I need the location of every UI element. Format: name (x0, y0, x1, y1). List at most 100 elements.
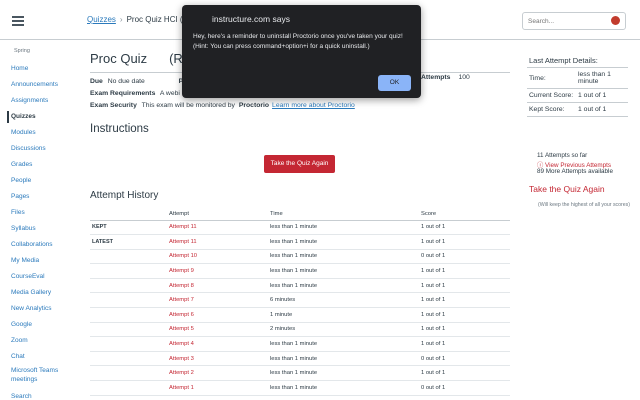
sidebar-item-chat[interactable]: Chat (0, 349, 70, 365)
attempt-link[interactable]: Attempt 4 (169, 336, 270, 352)
attempt-score: 1 out of 1 (421, 365, 510, 382)
row-label (90, 322, 169, 338)
dialog-ok-button[interactable]: OK (378, 75, 411, 91)
hamburger-menu-icon[interactable] (12, 16, 24, 26)
last-attempt-table: Time: less than 1 minute Current Score: 1 … (527, 67, 628, 117)
dialog-title: instructure.com says (212, 14, 290, 24)
row-label (90, 380, 169, 396)
alert-dialog: instructure.com says Hey, here's a remin… (182, 5, 421, 98)
sidebar-item-people[interactable]: People (0, 173, 70, 189)
sidebar-item-modules[interactable]: Modules (0, 125, 70, 141)
row-label (90, 307, 169, 323)
page-title: Proc Quiz (Re (90, 51, 190, 66)
attempt-time: less than 1 minute (270, 249, 421, 265)
proctorio-learn-more-link[interactable]: Learn more about Proctorio (272, 102, 355, 109)
col-header-attempt: Attempt (169, 208, 270, 221)
attempt-link[interactable]: Attempt 2 (169, 365, 270, 382)
keep-highest-note: (Will keep the highest of all your score… (538, 202, 630, 208)
instructions-heading: Instructions (90, 123, 149, 135)
sidebar-item-files[interactable]: Files (0, 205, 70, 221)
attempt-link[interactable]: Attempt 1 (169, 380, 270, 396)
sidebar-item-pages[interactable]: Pages (0, 189, 70, 205)
attempt-link[interactable]: Attempt 11 (169, 234, 270, 250)
sidebar-item-quizzes[interactable]: Quizzes (0, 109, 70, 125)
quiz-title-name: Proc Quiz (90, 51, 148, 66)
sidebar-item-syllabus[interactable]: Syllabus (0, 221, 70, 237)
table-row: Attempt 1 less than 1 minute 0 out of 1 (90, 380, 510, 396)
last-attempt-value: 1 out of 1 (576, 88, 628, 103)
row-label: LATEST (90, 234, 169, 250)
table-row: Attempt 61 minute 1 out of 1 (90, 307, 510, 323)
attempt-link[interactable]: Attempt 8 (169, 278, 270, 294)
sidebar-item-zoom[interactable]: Zoom (0, 333, 70, 349)
row-label: KEPT (90, 220, 169, 236)
sidebar-item-collaborations[interactable]: Collaborations (0, 237, 70, 253)
last-attempt-key: Kept Score: (527, 102, 576, 117)
attempt-link[interactable]: Attempt 7 (169, 292, 270, 309)
attempt-time: less than 1 minute (270, 278, 421, 294)
table-row: Attempt 4 less than 1 minute 1 out of 1 (90, 336, 510, 352)
attempts-label: Attempts (421, 74, 451, 81)
breadcrumb-quizzes[interactable]: Quizzes (87, 15, 116, 24)
table-row: Attempt 2 less than 1 minute 1 out of 1 (90, 365, 510, 382)
attempt-link[interactable]: Attempt 3 (169, 351, 270, 367)
sidebar-item-new-analytics[interactable]: New Analytics (0, 301, 70, 317)
col-header-label (90, 208, 169, 221)
attempt-link[interactable]: Attempt 5 (169, 322, 270, 338)
right-sidebar: Last Attempt Details: Time: less than 1 m… (527, 41, 640, 400)
attempt-history-table: Attempt Time Score KEPT Attempt 11 less th… (90, 208, 510, 396)
attempt-score: 1 out of 1 (421, 322, 510, 338)
attempt-time: less than 1 minute (270, 263, 421, 279)
last-attempt-value: 1 out of 1 (576, 102, 628, 117)
security-value: This exam will be monitored by (141, 102, 235, 109)
more-attempts-available: 89 More Attempts available (537, 168, 613, 175)
row-label (90, 249, 169, 265)
attempt-link[interactable]: Attempt 6 (169, 307, 270, 323)
take-quiz-again-button[interactable]: Take the Quiz Again (264, 155, 335, 173)
col-header-time: Time (270, 208, 421, 221)
attempts-value: 100 (458, 74, 470, 81)
attempt-time: 2 minutes (270, 322, 421, 338)
attempt-score: 1 out of 1 (421, 234, 510, 250)
sidebar-item-grades[interactable]: Grades (0, 157, 70, 173)
row-label (90, 263, 169, 279)
attempt-score: 1 out of 1 (421, 292, 510, 309)
attempt-score: 0 out of 1 (421, 351, 510, 367)
attempt-score: 1 out of 1 (421, 336, 510, 352)
sidebar-item-courseeval[interactable]: CourseEval (0, 269, 70, 285)
attempt-score: 1 out of 1 (421, 278, 510, 294)
sidebar-item-search[interactable]: Search (0, 389, 70, 400)
table-row: Attempt 9 less than 1 minute 1 out of 1 (90, 263, 510, 279)
row-label (90, 336, 169, 352)
row-label (90, 278, 169, 294)
table-row: Attempt 76 minutes 1 out of 1 (90, 292, 510, 309)
sidebar-item-google[interactable]: Google (0, 317, 70, 333)
table-row: Attempt 8 less than 1 minute 1 out of 1 (90, 278, 510, 294)
table-row: Attempt 52 minutes 1 out of 1 (90, 322, 510, 338)
last-attempt-key: Current Score: (527, 88, 576, 103)
extension-icon[interactable] (611, 16, 620, 25)
sidebar-item-my-media[interactable]: My Media (0, 253, 70, 269)
course-term: Spring (14, 48, 30, 54)
sidebar-item-media-gallery[interactable]: Media Gallery (0, 285, 70, 301)
breadcrumb: Quizzes › Proc Quiz HCI (Re (87, 15, 193, 24)
sidebar-item-discussions[interactable]: Discussions (0, 141, 70, 157)
col-header-score: Score (421, 208, 510, 221)
attempt-link[interactable]: Attempt 11 (169, 220, 270, 236)
row-label (90, 292, 169, 309)
sidebar-item-home[interactable]: Home (0, 61, 70, 77)
sidebar-item-assignments[interactable]: Assignments (0, 93, 70, 109)
sidebar-item-announcements[interactable]: Announcements (0, 77, 70, 93)
row-label (90, 351, 169, 367)
take-quiz-again-link[interactable]: Take the Quiz Again (529, 184, 605, 194)
sidebar-item-microsoft-teams[interactable]: Microsoft Teams meetings (0, 365, 66, 389)
course-nav: Spring Home Announcements Assignments Qu… (0, 41, 70, 400)
attempt-link[interactable]: Attempt 10 (169, 249, 270, 265)
attempt-time: less than 1 minute (270, 351, 421, 367)
attempt-score: 1 out of 1 (421, 307, 510, 323)
attempt-score: 1 out of 1 (421, 220, 510, 236)
attempts-so-far: 11 Attempts so far (537, 152, 588, 159)
attempt-history-heading: Attempt History (90, 190, 159, 201)
attempt-time: less than 1 minute (270, 380, 421, 396)
attempt-link[interactable]: Attempt 9 (169, 263, 270, 279)
